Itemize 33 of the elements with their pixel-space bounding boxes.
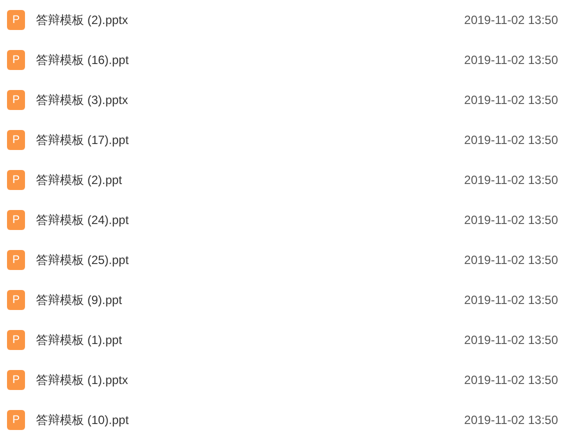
presentation-file-icon: P [7, 10, 25, 30]
modified-date: 2019-11-02 13:50 [464, 212, 558, 229]
file-name[interactable]: 答辩模板 (3).pptx [36, 91, 128, 109]
modified-date: 2019-11-02 13:50 [464, 332, 558, 349]
file-name[interactable]: 答辩模板 (1).ppt [36, 331, 122, 349]
presentation-file-icon: P [7, 90, 25, 110]
file-name[interactable]: 答辩模板 (2).pptx [36, 11, 128, 29]
file-name[interactable]: 答辩模板 (10).ppt [36, 411, 129, 429]
presentation-file-icon: P [7, 410, 25, 430]
modified-date: 2019-11-02 13:50 [464, 172, 558, 189]
file-name[interactable]: 答辩模板 (24).ppt [36, 211, 129, 229]
modified-date: 2019-11-02 13:50 [464, 132, 558, 149]
modified-date: 2019-11-02 13:50 [464, 372, 558, 389]
presentation-file-icon: P [7, 330, 25, 350]
modified-date: 2019-11-02 13:50 [464, 292, 558, 309]
file-name[interactable]: 答辩模板 (17).ppt [36, 131, 129, 149]
presentation-file-icon: P [7, 50, 25, 70]
file-name[interactable]: 答辩模板 (25).ppt [36, 251, 129, 269]
modified-date: 2019-11-02 13:50 [464, 412, 558, 429]
modified-date: 2019-11-02 13:50 [464, 92, 558, 109]
presentation-file-icon: P [7, 290, 25, 310]
presentation-file-icon: P [7, 370, 25, 390]
file-name[interactable]: 答辩模板 (1).pptx [36, 371, 128, 389]
modified-date: 2019-11-02 13:50 [464, 12, 558, 29]
presentation-file-icon: P [7, 210, 25, 230]
presentation-file-icon: P [7, 130, 25, 150]
modified-date: 2019-11-02 13:50 [464, 252, 558, 269]
presentation-file-icon: P [7, 170, 25, 190]
file-name[interactable]: 答辩模板 (9).ppt [36, 291, 122, 309]
file-name[interactable]: 答辩模板 (2).ppt [36, 171, 122, 189]
presentation-file-icon: P [7, 250, 25, 270]
modified-date: 2019-11-02 13:50 [464, 52, 558, 69]
file-name[interactable]: 答辩模板 (16).ppt [36, 51, 129, 69]
